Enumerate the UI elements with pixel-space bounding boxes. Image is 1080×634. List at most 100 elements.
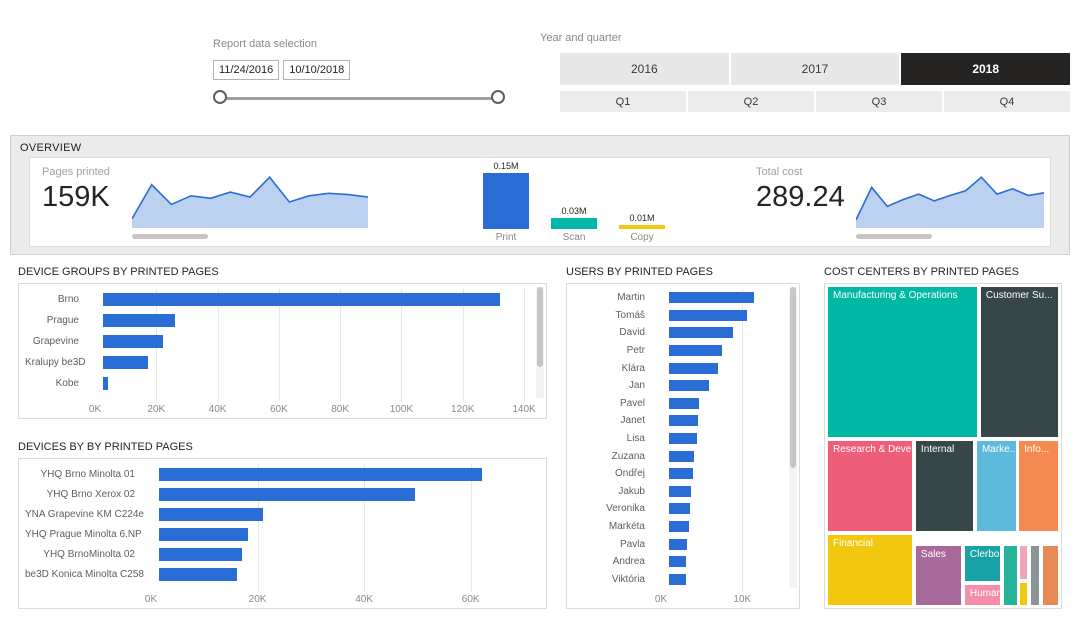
category-label: Copy: [630, 232, 653, 244]
bar[interactable]: [669, 327, 733, 338]
quarter-button-q3[interactable]: Q3: [816, 91, 942, 112]
bar[interactable]: [669, 398, 699, 409]
category-label: Prague: [25, 315, 95, 326]
quarter-button-q1[interactable]: Q1: [560, 91, 686, 112]
treemap-item[interactable]: Customer Su...: [980, 286, 1059, 438]
slider-handle-start[interactable]: [213, 90, 227, 104]
bar[interactable]: [669, 468, 693, 479]
mini-bar-group: 0.01M Copy: [618, 160, 666, 244]
quarter-buttons: Q1Q2Q3Q4: [560, 91, 1070, 112]
bar[interactable]: [669, 521, 689, 532]
bar[interactable]: [103, 314, 175, 327]
bar[interactable]: [159, 508, 263, 521]
bar[interactable]: [103, 377, 108, 390]
bar[interactable]: [669, 539, 687, 550]
start-date-input[interactable]: 11/24/2016: [213, 60, 279, 80]
bar-scan[interactable]: [551, 218, 597, 229]
treemap-item[interactable]: Info...: [1018, 440, 1059, 532]
bar-row: Petr: [573, 342, 783, 360]
bar[interactable]: [669, 503, 690, 514]
axis-tick-label: 100K: [390, 404, 413, 415]
users-chart: MartinTomášDavidPetrKláraJanPavelJanetLi…: [573, 289, 783, 606]
bar[interactable]: [669, 433, 697, 444]
quarter-button-q4[interactable]: Q4: [944, 91, 1070, 112]
slider-track[interactable]: [222, 97, 496, 100]
total-cost-kpi: Total cost 289.24: [756, 166, 845, 214]
bar[interactable]: [103, 356, 148, 369]
mini-bar-group: 0.03MScan: [550, 160, 598, 244]
year-button-2018[interactable]: 2018: [901, 53, 1070, 85]
bar-row: YHQ Brno Minolta 01: [25, 464, 524, 484]
bar[interactable]: [159, 568, 237, 581]
bar[interactable]: [669, 292, 754, 303]
category-label: YHQ BrnoMinolta 02: [25, 549, 151, 560]
bar-print[interactable]: [483, 173, 529, 229]
horizontal-scrollbar-thumb[interactable]: [856, 234, 932, 239]
bar[interactable]: [669, 363, 718, 374]
bar-row: be3D Konica Minolta C258: [25, 564, 524, 584]
treemap-item[interactable]: Sales: [915, 545, 962, 606]
vertical-scrollbar-thumb[interactable]: [790, 287, 796, 468]
treemap-item[interactable]: [1030, 545, 1041, 606]
bar-row: Jan: [573, 377, 783, 395]
horizontal-scrollbar-thumb[interactable]: [132, 234, 208, 239]
treemap-item-label: Financial: [828, 535, 912, 552]
treemap-item[interactable]: Marke...: [976, 440, 1017, 532]
treemap-item[interactable]: [1003, 545, 1018, 606]
vertical-scrollbar[interactable]: [789, 287, 797, 588]
bar[interactable]: [669, 415, 698, 426]
treemap-item[interactable]: Research & Devel...: [827, 440, 913, 532]
category-label: Kralupy be3D: [25, 357, 95, 368]
bar-row: Pavla: [573, 535, 783, 553]
bar-row: Brno: [25, 289, 524, 310]
end-date-input[interactable]: 10/10/2018: [283, 60, 350, 80]
year-button-2017[interactable]: 2017: [731, 53, 900, 85]
bar[interactable]: [669, 574, 686, 585]
treemap-item[interactable]: Internal: [915, 440, 974, 532]
category-label: Scan: [563, 232, 586, 244]
bar[interactable]: [669, 556, 686, 567]
report-data-selection-filter: Report data selection 11/24/2016 10/10/2…: [213, 34, 513, 109]
bar-row: Lisa: [573, 430, 783, 448]
treemap-item[interactable]: Human...: [964, 584, 1002, 606]
category-label: be3D Konica Minolta C258: [25, 569, 151, 580]
treemap-item[interactable]: Financial: [827, 534, 913, 606]
year-button-2016[interactable]: 2016: [560, 53, 729, 85]
total-cost-label: Total cost: [756, 166, 845, 178]
bar[interactable]: [669, 345, 722, 356]
bar[interactable]: [669, 486, 691, 497]
bar[interactable]: [103, 293, 500, 306]
treemap-item[interactable]: Manufacturing & Operations: [827, 286, 978, 438]
date-range-slider[interactable]: [213, 89, 505, 109]
axis-tick-label: 60K: [462, 594, 480, 605]
bar[interactable]: [669, 451, 694, 462]
bar[interactable]: [159, 528, 248, 541]
treemap-item[interactable]: Clerbo: [964, 545, 1002, 581]
bar[interactable]: [669, 310, 747, 321]
treemap-item[interactable]: [1019, 582, 1028, 606]
vertical-scrollbar[interactable]: [536, 287, 544, 398]
bar-row: Kobe: [25, 373, 524, 394]
total-cost-value: 289.24: [756, 181, 845, 214]
bar-row: Pavel: [573, 395, 783, 413]
year-buttons: 201620172018: [560, 53, 1070, 85]
bar[interactable]: [159, 468, 482, 481]
quarter-button-q2[interactable]: Q2: [688, 91, 814, 112]
total-cost-sparkline: [856, 170, 1044, 228]
slider-handle-end[interactable]: [491, 90, 505, 104]
treemap-item[interactable]: [1042, 545, 1059, 606]
vertical-scrollbar-thumb[interactable]: [537, 287, 543, 367]
bar[interactable]: [669, 380, 709, 391]
axis-tick-label: 60K: [270, 404, 288, 415]
gridline: [524, 289, 525, 402]
bar-copy[interactable]: [619, 225, 665, 229]
data-label: 0.01M: [629, 213, 654, 223]
category-label: Lisa: [573, 433, 661, 444]
bar[interactable]: [159, 548, 242, 561]
treemap-item[interactable]: [1019, 545, 1028, 580]
bar-row: Zuzana: [573, 447, 783, 465]
treemap-item-label: Customer Su...: [981, 287, 1058, 304]
bar[interactable]: [103, 335, 163, 348]
treemap-item-label: Human...: [965, 585, 1001, 602]
bar[interactable]: [159, 488, 415, 501]
